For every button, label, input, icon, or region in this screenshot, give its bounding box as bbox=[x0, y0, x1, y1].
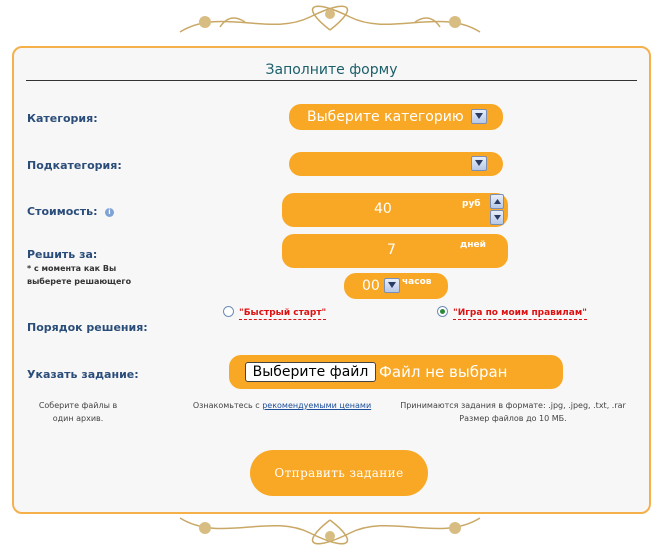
cost-unit: руб bbox=[462, 199, 481, 209]
hint-formats: Принимаются задания в формате: .jpg, .jp… bbox=[392, 399, 634, 425]
hint-prices-prefix: Ознакомьтесь с bbox=[192, 401, 263, 410]
hours-unit: часов bbox=[402, 277, 432, 287]
cost-value: 40 bbox=[374, 201, 392, 217]
days-value: 7 bbox=[387, 242, 396, 258]
form-panel: Заполните форму Категория: Выберите кате… bbox=[12, 46, 651, 514]
form-title: Заполните форму bbox=[265, 62, 398, 78]
submit-button[interactable]: Отправить задание bbox=[250, 450, 428, 496]
spin-up-icon[interactable] bbox=[490, 194, 504, 209]
hint-formats-line: Принимаются задания в формате: .jpg, .jp… bbox=[400, 401, 626, 410]
cost-label: Стоимость: bbox=[27, 205, 98, 218]
category-label: Категория: bbox=[27, 112, 98, 125]
solve-label: Решить за: bbox=[27, 248, 98, 261]
solve-note: * с момента как Вы выберете решающего bbox=[27, 264, 132, 286]
subcategory-label: Подкатегория: bbox=[27, 159, 122, 172]
title-divider bbox=[26, 80, 637, 81]
hours-value: 00 bbox=[362, 278, 380, 294]
info-icon[interactable]: i bbox=[105, 208, 114, 217]
radio-fast-start[interactable] bbox=[223, 306, 234, 317]
category-select[interactable]: Выберите категорию bbox=[289, 104, 503, 130]
hint-size-line: Размер файлов до 10 МБ. bbox=[459, 414, 567, 423]
dropdown-arrow-icon[interactable] bbox=[471, 109, 487, 124]
dropdown-arrow-icon[interactable] bbox=[471, 156, 487, 171]
order-label: Порядок решения: bbox=[27, 321, 148, 334]
task-label: Указать задание: bbox=[27, 368, 139, 381]
radio-my-rules[interactable] bbox=[437, 306, 448, 317]
file-status: Файл не выбран bbox=[379, 363, 508, 381]
option-my-rules[interactable]: "Игра по моим правилам" bbox=[453, 308, 587, 320]
ornament-top-icon bbox=[179, 5, 481, 33]
days-unit: дней bbox=[460, 240, 486, 250]
recommended-prices-link[interactable]: рекомендуемыми ценами bbox=[262, 401, 371, 410]
dropdown-arrow-icon[interactable] bbox=[384, 278, 400, 293]
ornament-bottom-icon bbox=[179, 517, 481, 545]
hours-select[interactable]: 00 часов bbox=[344, 273, 448, 299]
choose-file-button[interactable]: Выберите файл bbox=[245, 362, 376, 382]
hint-prices: Ознакомьтесь с рекомендуемыми ценами bbox=[182, 399, 382, 412]
cost-spinner[interactable] bbox=[490, 194, 504, 226]
category-value: Выберите категорию bbox=[307, 109, 464, 125]
cost-input[interactable]: 40 руб bbox=[282, 193, 508, 227]
option-fast-start[interactable]: "Быстрый старт" bbox=[239, 308, 327, 320]
hint-archive: Соберите файлы в один архив. bbox=[38, 401, 118, 423]
days-input[interactable]: 7 дней bbox=[282, 234, 508, 268]
spin-down-icon[interactable] bbox=[490, 210, 504, 225]
subcategory-select[interactable] bbox=[289, 152, 503, 176]
